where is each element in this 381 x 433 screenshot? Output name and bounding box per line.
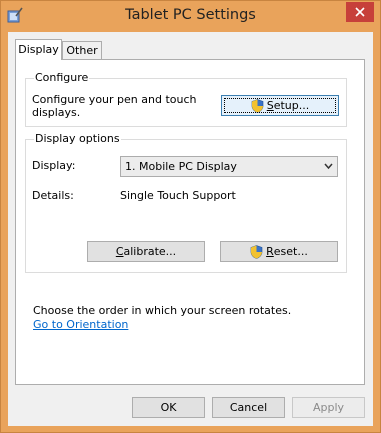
display-select[interactable]: 1. Mobile PC Display [120,156,338,177]
configure-description-line1: Configure your pen and touch [32,93,197,106]
calibrate-button[interactable]: Calibrate... [87,241,205,262]
dialog-client-area: Display Other Configure Configure your p… [8,32,373,426]
reset-button[interactable]: Reset... [220,241,338,262]
dialog-window: Tablet PC Settings Display Other Configu… [0,0,381,433]
title-bar[interactable]: Tablet PC Settings [1,1,380,32]
uac-shield-icon [251,98,264,113]
details-value: Single Touch Support [120,189,236,202]
calibrate-button-accel: C [115,245,124,258]
display-tab-panel: Configure Configure your pen and touch d… [15,59,365,385]
go-to-orientation-link[interactable]: Go to Orientation [33,318,128,331]
chevron-down-icon [324,157,333,182]
tab-other[interactable]: Other [62,41,102,59]
window-title: Tablet PC Settings [125,7,256,23]
setup-button[interactable]: Setup... [221,95,339,116]
configure-group-title: Configure [34,71,90,84]
orientation-text: Choose the order in which your screen ro… [33,304,292,317]
close-button[interactable] [346,2,374,22]
apply-button[interactable]: Apply [292,397,365,418]
setup-button-label: etup... [273,99,310,112]
calibrate-button-label: alibrate... [123,245,177,258]
configure-group: Configure Configure your pen and touch d… [25,71,347,127]
tab-display[interactable]: Display [15,39,62,60]
close-icon [355,7,365,17]
ok-button[interactable]: OK [132,397,205,418]
cancel-button[interactable]: Cancel [212,397,285,418]
setup-button-accel: S [266,99,274,112]
configure-description-line2: displays. [32,106,81,119]
details-label: Details: [32,189,74,202]
reset-button-accel: R [266,245,274,258]
display-options-group: Display options Display: 1. Mobile PC Di… [25,132,347,273]
uac-shield-icon [250,244,263,259]
display-label: Display: [32,159,76,172]
display-select-value: 1. Mobile PC Display [125,160,237,173]
display-options-group-title: Display options [34,132,121,145]
reset-button-label: eset... [273,245,308,258]
